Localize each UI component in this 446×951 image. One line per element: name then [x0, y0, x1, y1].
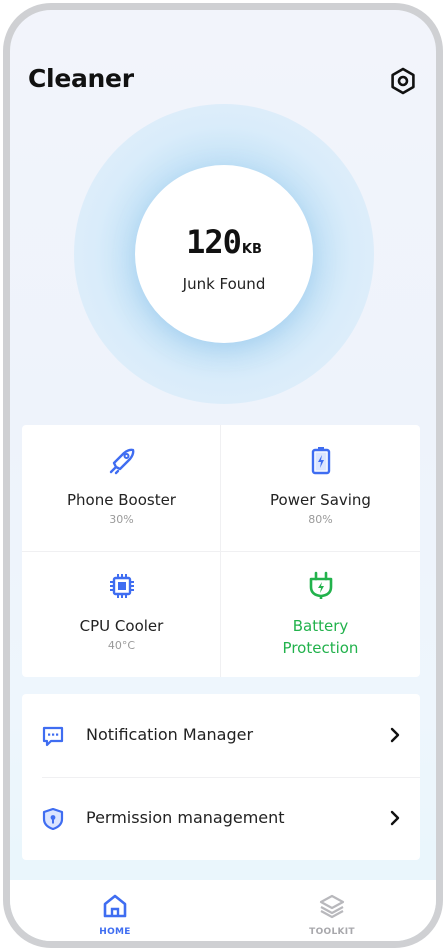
- power-saving-tile[interactable]: Power Saving 80%: [221, 425, 420, 551]
- chevron-right-icon: [390, 727, 400, 743]
- tools-list: Notification Manager Permission manageme…: [22, 694, 420, 860]
- battery-protection-tile[interactable]: Battery Protection: [221, 551, 420, 677]
- feature-name: Phone Booster: [67, 491, 176, 509]
- phone-screen: Cleaner 120KB Junk Found Phone Booster 3…: [0, 0, 446, 951]
- settings-button[interactable]: [388, 66, 418, 96]
- notification-manager-row[interactable]: Notification Manager: [22, 694, 420, 777]
- charging-plug-icon: [309, 571, 333, 599]
- home-icon: [103, 894, 127, 918]
- nav-home-tab[interactable]: HOME: [55, 880, 175, 941]
- nav-toolkit-tab[interactable]: TOOLKIT: [272, 880, 392, 941]
- feature-name: Power Saving: [270, 491, 371, 509]
- junk-size-value: 120: [186, 223, 242, 261]
- list-item-label: Permission management: [86, 808, 285, 827]
- nav-label: TOOLKIT: [309, 927, 355, 937]
- junk-size: 120KB: [135, 223, 313, 261]
- junk-size-unit: KB: [241, 242, 262, 257]
- rocket-icon: [109, 448, 135, 475]
- battery-icon: [311, 447, 331, 475]
- cpu-chip-icon: [110, 574, 134, 598]
- chevron-right-icon: [390, 810, 400, 826]
- feature-value: 80%: [308, 513, 333, 526]
- bottom-nav: HOME TOOLKIT: [10, 880, 436, 941]
- message-icon: [42, 726, 64, 747]
- feature-name: CPU Cooler: [79, 617, 164, 635]
- feature-value: 40°C: [107, 639, 136, 652]
- shield-lock-icon: [42, 808, 64, 830]
- permission-management-row[interactable]: Permission management: [22, 777, 420, 860]
- feature-value: 30%: [109, 513, 134, 526]
- settings-hexagon-icon: [391, 67, 415, 95]
- feature-grid: Phone Booster 30% Power Saving 80% CPU C…: [22, 425, 420, 677]
- cpu-cooler-tile[interactable]: CPU Cooler 40°C: [22, 551, 221, 677]
- list-item-label: Notification Manager: [86, 725, 254, 744]
- layers-icon: [319, 894, 345, 919]
- junk-circle-button[interactable]: 120KB Junk Found: [135, 165, 313, 343]
- junk-found-label: Junk Found: [182, 275, 266, 293]
- phone-booster-tile[interactable]: Phone Booster 30%: [22, 425, 221, 551]
- device-frame: Cleaner 120KB Junk Found Phone Booster 3…: [3, 3, 443, 948]
- nav-label: HOME: [99, 927, 131, 937]
- feature-name: Battery Protection: [282, 617, 359, 657]
- page-title: Cleaner: [28, 64, 134, 93]
